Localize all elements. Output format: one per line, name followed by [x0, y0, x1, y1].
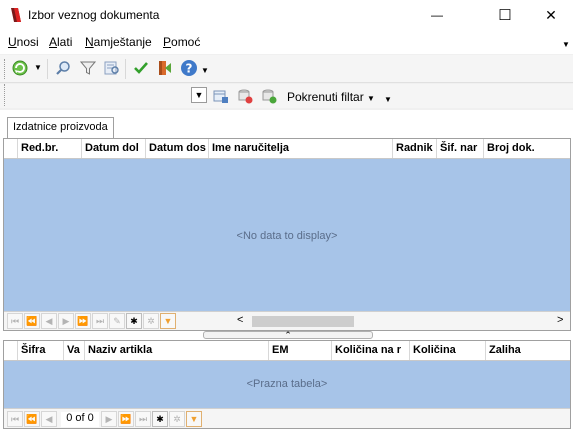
grid-add-icon[interactable] — [260, 87, 278, 105]
filter-dropdown-button[interactable]: ▼ — [191, 87, 207, 103]
filter-icon[interactable] — [79, 59, 97, 77]
nav-first-icon[interactable]: ⏮ — [7, 411, 23, 427]
nav-prev-icon[interactable]: ◀ — [41, 313, 57, 329]
scroll-right-icon[interactable]: > — [557, 314, 563, 326]
toolbar-overflow-icon[interactable]: ▼ — [201, 66, 209, 75]
toolbar-grip[interactable] — [4, 84, 7, 106]
close-button[interactable]: ✕ — [529, 0, 573, 30]
filter-preview-icon[interactable] — [103, 59, 121, 77]
upper-grid: Red.br. Datum dol Datum dos Ime naručite… — [3, 138, 571, 331]
close-icon: ✕ — [545, 6, 557, 23]
tab-izdatnice-proizvoda[interactable]: Izdatnice proizvoda — [7, 117, 114, 138]
record-counter: 0 of 0 — [61, 412, 99, 427]
toolbar-separator — [125, 59, 126, 79]
nav-prev-icon[interactable]: ◀ — [41, 411, 57, 427]
nav-filter-icon[interactable]: ▼ — [186, 411, 202, 427]
minimize-icon: — — [431, 8, 443, 22]
lower-grid: Šifra Va Naziv artikla EM Količina na r … — [3, 340, 571, 429]
column-header[interactable]: Va — [64, 341, 85, 360]
column-header[interactable]: Šifra — [18, 341, 64, 360]
upper-grid-navigator: ⏮ ⏪ ◀ ▶ ⏩ ⏭ ✎ ✱ ✲ ▼ < > — [4, 311, 570, 330]
search-icon[interactable] — [54, 59, 72, 77]
row-indicator-header — [4, 341, 18, 360]
grid-save-icon[interactable] — [212, 87, 230, 105]
nav-last-icon[interactable]: ⏭ — [135, 411, 151, 427]
menu-unosi[interactable]: Unosi — [8, 35, 39, 49]
splitter-handle[interactable]: ⌃ — [203, 329, 373, 340]
tab-label: Izdatnice proizvoda — [13, 121, 108, 133]
refresh-dropdown-icon[interactable]: ▼ — [34, 63, 42, 72]
refresh-icon[interactable] — [11, 59, 29, 77]
app-icon — [9, 7, 23, 23]
empty-message: <Prazna tabela> — [246, 378, 328, 390]
minimize-button[interactable]: — — [415, 0, 459, 30]
run-filter-button[interactable]: Pokrenuti filtar ▼ — [287, 90, 375, 104]
upper-grid-header: Red.br. Datum dol Datum dos Ime naručite… — [4, 139, 570, 159]
menu-alati[interactable]: Alati — [49, 35, 72, 49]
column-header[interactable]: Datum dos — [146, 139, 209, 158]
nav-edit-icon[interactable]: ✎ — [109, 313, 125, 329]
nav-prev-page-icon[interactable]: ⏪ — [24, 411, 40, 427]
nav-next-page-icon[interactable]: ⏩ — [75, 313, 91, 329]
menu-overflow-icon[interactable]: ▼ — [562, 40, 570, 49]
nav-insert-icon[interactable]: ✲ — [169, 411, 185, 427]
nav-next-page-icon[interactable]: ⏩ — [118, 411, 134, 427]
column-header[interactable]: Radnik — [393, 139, 437, 158]
column-header[interactable]: Šif. nar — [437, 139, 484, 158]
nav-insert-icon[interactable]: ✲ — [143, 313, 159, 329]
empty-message: <No data to display> — [236, 230, 338, 242]
run-filter-dropdown-icon: ▼ — [367, 94, 375, 103]
maximize-button[interactable]: ☐ — [483, 0, 527, 30]
column-header[interactable]: Zaliha — [486, 341, 570, 360]
upper-grid-data-area[interactable]: <No data to display> — [4, 159, 570, 311]
nav-next-icon[interactable]: ▶ — [101, 411, 117, 427]
grid-delete-icon[interactable] — [236, 87, 254, 105]
column-header[interactable]: Količina — [410, 341, 486, 360]
check-icon[interactable] — [132, 59, 150, 77]
chevron-up-icon: ⌃ — [284, 329, 292, 340]
nav-prev-page-icon[interactable]: ⏪ — [24, 313, 40, 329]
column-header[interactable]: Ime naručitelja — [209, 139, 393, 158]
toolbar-separator — [47, 59, 48, 79]
horizontal-scrollbar-thumb[interactable] — [252, 316, 354, 327]
menu-namjestanje[interactable]: Namještanje — [85, 35, 152, 49]
svg-text:?: ? — [186, 62, 193, 76]
nav-next-icon[interactable]: ▶ — [58, 313, 74, 329]
toolbar-overflow-icon[interactable]: ▼ — [384, 95, 392, 104]
lower-grid-header: Šifra Va Naziv artikla EM Količina na r … — [4, 341, 570, 361]
nav-last-icon[interactable]: ⏭ — [92, 313, 108, 329]
lower-grid-data-area[interactable]: <Prazna tabela> — [4, 361, 570, 408]
run-filter-label: Pokrenuti filtar — [287, 90, 364, 104]
column-header[interactable]: Broj dok. — [484, 139, 570, 158]
row-indicator-header — [4, 139, 18, 158]
window-title: Izbor veznog dokumenta — [28, 8, 160, 22]
lower-grid-navigator: ⏮ ⏪ ◀ 0 of 0 ▶ ⏩ ⏭ ✱ ✲ ▼ — [4, 408, 570, 428]
nav-append-icon[interactable]: ✱ — [126, 313, 142, 329]
help-icon[interactable]: ? — [180, 59, 198, 77]
menu-pomoc[interactable]: Pomoć — [163, 35, 200, 49]
maximize-icon: ☐ — [498, 7, 512, 24]
toolbar-grip[interactable] — [4, 59, 7, 79]
nav-filter-icon[interactable]: ▼ — [160, 313, 176, 329]
column-header[interactable]: Naziv artikla — [85, 341, 269, 360]
column-header[interactable]: EM — [269, 341, 332, 360]
column-header[interactable]: Količina na r — [332, 341, 410, 360]
column-header[interactable]: Datum dol — [82, 139, 146, 158]
nav-first-icon[interactable]: ⏮ — [7, 313, 23, 329]
nav-append-icon[interactable]: ✱ — [152, 411, 168, 427]
column-header[interactable]: Red.br. — [18, 139, 82, 158]
exit-icon[interactable] — [156, 59, 174, 77]
scroll-left-icon[interactable]: < — [237, 314, 243, 326]
